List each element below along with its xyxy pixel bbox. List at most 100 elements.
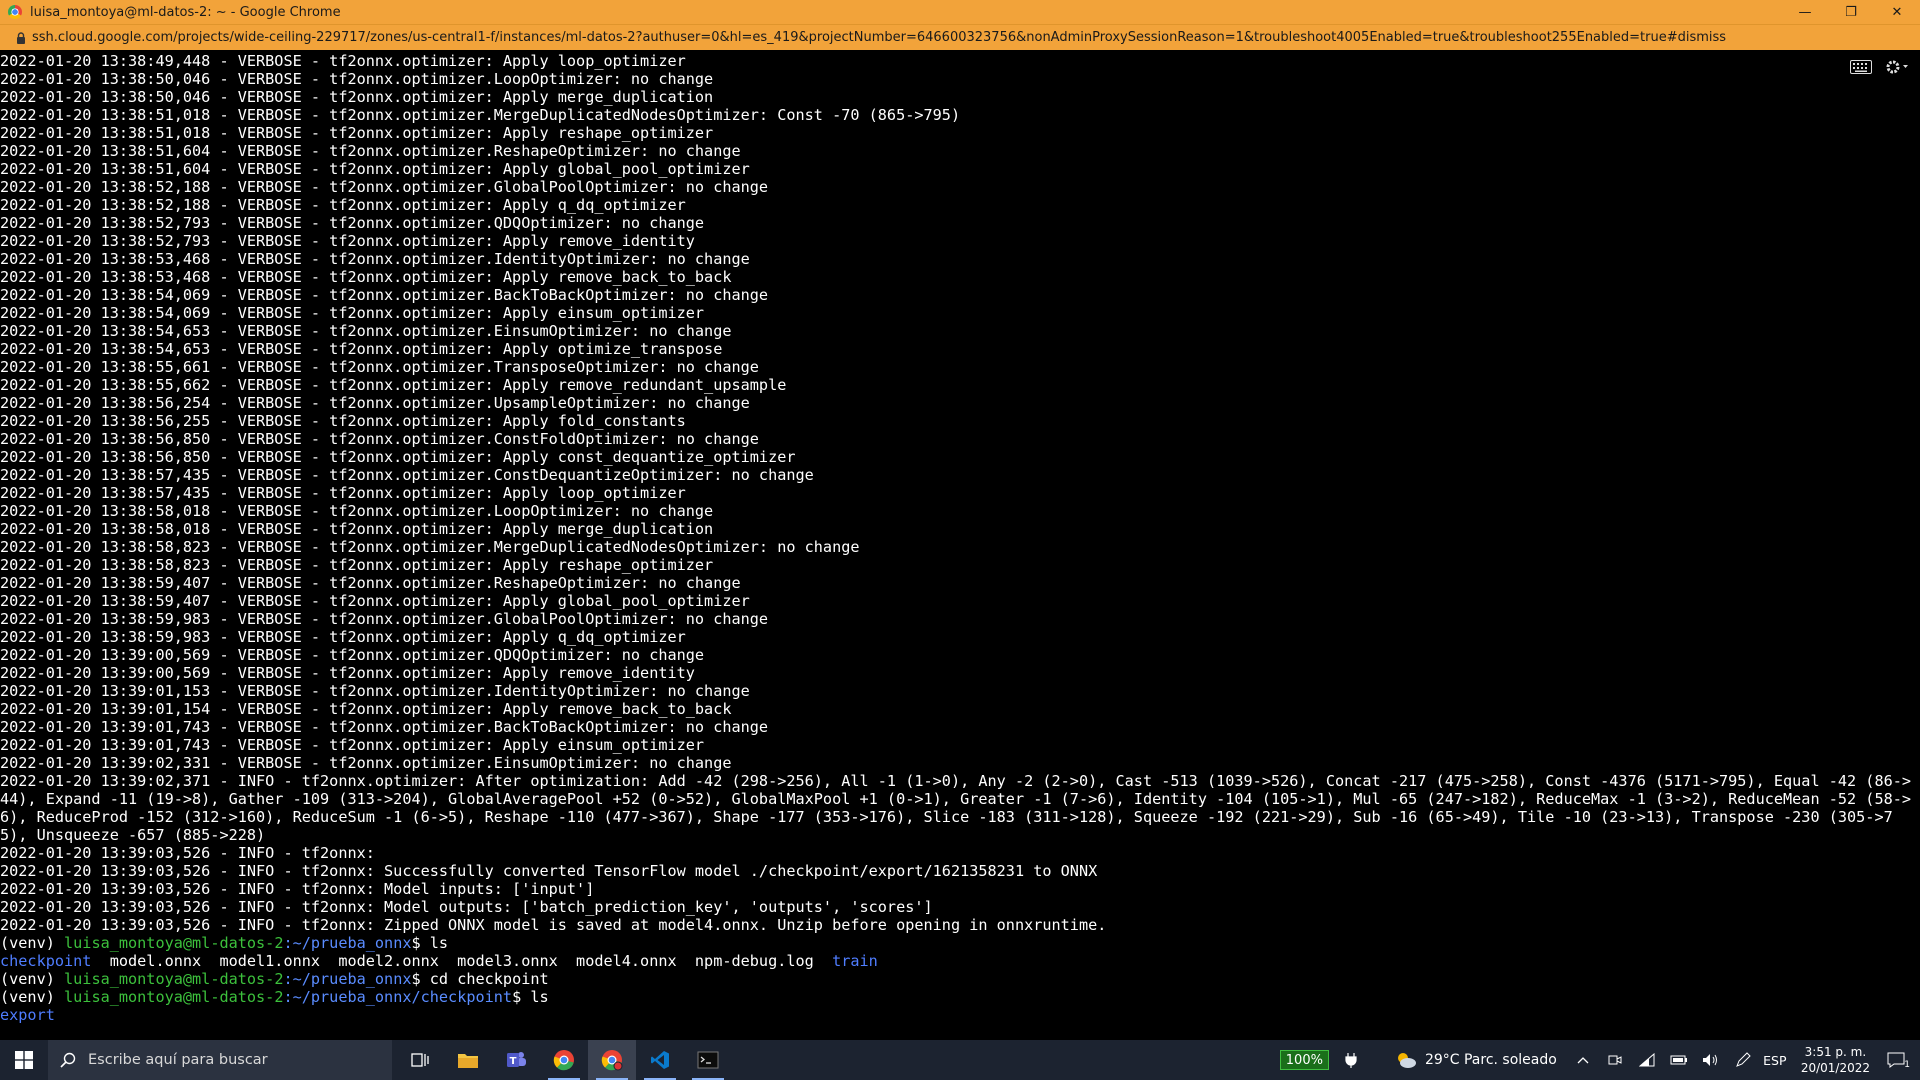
chevron-up-icon[interactable] bbox=[1567, 1056, 1599, 1064]
prompt-venv: (venv) bbox=[0, 988, 65, 1006]
log-line: 2022-01-20 13:38:54,069 - VERBOSE - tf2o… bbox=[0, 286, 769, 304]
log-line: 2022-01-20 13:38:52,188 - VERBOSE - tf2o… bbox=[0, 196, 686, 214]
chrome-profile-taskbar-button[interactable] bbox=[588, 1040, 636, 1080]
pinned-apps: T bbox=[396, 1040, 732, 1080]
log-line: 2022-01-20 13:38:50,046 - VERBOSE - tf2o… bbox=[0, 88, 714, 106]
partly-sunny-icon bbox=[1397, 1053, 1416, 1068]
prompt-line: (venv) luisa_montoya@ml-datos-2:~/prueba… bbox=[0, 988, 1920, 1006]
clock-time: 3:51 p. m. bbox=[1804, 1045, 1867, 1059]
log-line: 2022-01-20 13:38:53,468 - VERBOSE - tf2o… bbox=[0, 250, 750, 268]
log-line: 2022-01-20 13:39:03,526 - INFO - tf2onnx… bbox=[0, 862, 1098, 880]
task-view-icon bbox=[411, 1053, 429, 1067]
log-line: 2022-01-20 13:38:50,046 - VERBOSE - tf2o… bbox=[0, 70, 714, 88]
taskbar: Escribe aquí para buscar T 100% 29°C Par… bbox=[0, 1040, 1920, 1080]
taskbar-search-box[interactable]: Escribe aquí para buscar bbox=[48, 1040, 392, 1080]
log-line: 2022-01-20 13:38:57,435 - VERBOSE - tf2o… bbox=[0, 484, 686, 502]
window-controls: — ❐ ✕ bbox=[1782, 0, 1920, 24]
lock-icon[interactable] bbox=[10, 31, 32, 44]
file-explorer-button[interactable] bbox=[444, 1040, 492, 1080]
url-text[interactable]: ssh.cloud.google.com/projects/wide-ceili… bbox=[32, 30, 1726, 45]
log-line: 2022-01-20 13:38:56,850 - VERBOSE - tf2o… bbox=[0, 448, 796, 466]
prompt-path: :~/prueba_onnx/checkpoint bbox=[283, 988, 513, 1006]
restore-button[interactable]: ❐ bbox=[1828, 0, 1874, 24]
wifi-icon[interactable] bbox=[1631, 1053, 1663, 1067]
prompt-line: (venv) luisa_montoya@ml-datos-2:~/prueba… bbox=[0, 970, 1920, 988]
settings-gear-icon[interactable] bbox=[1884, 58, 1910, 76]
svg-text:T: T bbox=[510, 1056, 517, 1067]
dir-entry: export bbox=[0, 1006, 55, 1024]
log-line: 2022-01-20 13:38:56,254 - VERBOSE - tf2o… bbox=[0, 394, 750, 412]
vscode-icon bbox=[651, 1051, 669, 1069]
log-line: 2022-01-20 13:38:59,407 - VERBOSE - tf2o… bbox=[0, 592, 750, 610]
weather-text: 29°C Parc. soleado bbox=[1424, 1052, 1557, 1068]
log-line: 2022-01-20 13:38:56,255 - VERBOSE - tf2o… bbox=[0, 412, 686, 430]
search-placeholder: Escribe aquí para buscar bbox=[88, 1052, 268, 1068]
log-lines: 2022-01-20 13:38:49,448 - VERBOSE - tf2o… bbox=[0, 52, 1920, 772]
log-line: 2022-01-20 13:39:00,569 - VERBOSE - tf2o… bbox=[0, 664, 695, 682]
log-line: 2022-01-20 13:38:49,448 - VERBOSE - tf2o… bbox=[0, 52, 686, 70]
browser-titlebar: luisa_montoya@ml-datos-2: ~ - Google Chr… bbox=[0, 0, 1920, 24]
log-line: 2022-01-20 13:38:53,468 - VERBOSE - tf2o… bbox=[0, 268, 732, 286]
volume-icon[interactable] bbox=[1695, 1053, 1727, 1067]
log-line: 2022-01-20 13:38:51,018 - VERBOSE - tf2o… bbox=[0, 124, 714, 142]
log-line: 2022-01-20 13:38:58,018 - VERBOSE - tf2o… bbox=[0, 520, 714, 538]
address-bar[interactable]: ssh.cloud.google.com/projects/wide-ceili… bbox=[0, 24, 1920, 50]
log-line: 2022-01-20 13:38:58,018 - VERBOSE - tf2o… bbox=[0, 502, 714, 520]
log-line: 2022-01-20 13:38:59,407 - VERBOSE - tf2o… bbox=[0, 574, 741, 592]
log-line: 2022-01-20 13:39:02,331 - VERBOSE - tf2o… bbox=[0, 754, 732, 772]
log-line: 2022-01-20 13:38:57,435 - VERBOSE - tf2o… bbox=[0, 466, 814, 484]
log-line: 2022-01-20 13:38:51,018 - VERBOSE - tf2o… bbox=[0, 106, 961, 124]
prompt-path: :~/prueba_onnx bbox=[283, 934, 412, 952]
start-button[interactable] bbox=[0, 1040, 48, 1080]
dir-entry: checkpoint bbox=[0, 952, 92, 970]
chrome-icon bbox=[8, 5, 22, 19]
chrome-icon bbox=[601, 1050, 623, 1071]
log-line: 2022-01-20 13:39:01,154 - VERBOSE - tf2o… bbox=[0, 700, 732, 718]
log-line: 2022-01-20 13:38:58,823 - VERBOSE - tf2o… bbox=[0, 538, 860, 556]
log-line: 2022-01-20 13:38:55,662 - VERBOSE - tf2o… bbox=[0, 376, 787, 394]
log-line: 2022-01-20 13:38:52,793 - VERBOSE - tf2o… bbox=[0, 214, 705, 232]
optimization-summary-line: 2022-01-20 13:39:02,371 - INFO - tf2onnx… bbox=[0, 772, 1912, 844]
log-line: 2022-01-20 13:38:54,653 - VERBOSE - tf2o… bbox=[0, 322, 732, 340]
weather-widget[interactable]: 29°C Parc. soleado bbox=[1395, 1051, 1557, 1069]
close-button[interactable]: ✕ bbox=[1874, 0, 1920, 24]
log-line: 2022-01-20 13:38:52,188 - VERBOSE - tf2o… bbox=[0, 178, 769, 196]
input-language[interactable]: ESP bbox=[1759, 1053, 1791, 1068]
notifications-icon[interactable]: 1 bbox=[1880, 1052, 1912, 1070]
clock[interactable]: 3:51 p. m. 20/01/2022 bbox=[1801, 1044, 1870, 1076]
log-line: 2022-01-20 13:38:54,653 - VERBOSE - tf2o… bbox=[0, 340, 723, 358]
meet-now-icon[interactable] bbox=[1599, 1053, 1631, 1067]
prompt-command: $ cd checkpoint bbox=[411, 970, 549, 988]
window-title: luisa_montoya@ml-datos-2: ~ - Google Chr… bbox=[30, 4, 341, 20]
chrome-taskbar-button[interactable] bbox=[540, 1040, 588, 1080]
minimize-button[interactable]: — bbox=[1782, 0, 1828, 24]
log-line: 2022-01-20 13:39:01,743 - VERBOSE - tf2o… bbox=[0, 736, 705, 754]
folder-icon bbox=[458, 1054, 478, 1068]
power-plug-icon[interactable] bbox=[1335, 1052, 1367, 1068]
log-line: 2022-01-20 13:38:52,793 - VERBOSE - tf2o… bbox=[0, 232, 695, 250]
log-line: 2022-01-20 13:38:59,983 - VERBOSE - tf2o… bbox=[0, 610, 769, 628]
vscode-taskbar-button[interactable] bbox=[636, 1040, 684, 1080]
battery-percentage[interactable]: 100% bbox=[1279, 1050, 1329, 1070]
teams-button[interactable]: T bbox=[492, 1040, 540, 1080]
clock-date: 20/01/2022 bbox=[1800, 1061, 1870, 1075]
log-line: 2022-01-20 13:39:01,743 - VERBOSE - tf2o… bbox=[0, 718, 769, 736]
log-line: 2022-01-20 13:38:54,069 - VERBOSE - tf2o… bbox=[0, 304, 705, 322]
log-line: 2022-01-20 13:38:56,850 - VERBOSE - tf2o… bbox=[0, 430, 759, 448]
log-line: 2022-01-20 13:39:03,526 - INFO - tf2onnx… bbox=[0, 844, 375, 862]
pen-icon[interactable] bbox=[1727, 1052, 1759, 1068]
log-line: 2022-01-20 13:38:59,983 - VERBOSE - tf2o… bbox=[0, 628, 686, 646]
windows-icon bbox=[15, 1051, 33, 1069]
terminal-taskbar-button[interactable] bbox=[684, 1040, 732, 1080]
log-line: 2022-01-20 13:39:03,526 - INFO - tf2onnx… bbox=[0, 880, 595, 898]
prompt-user: luisa_montoya@ml-datos-2 bbox=[64, 970, 284, 988]
terminal[interactable]: 2022-01-20 13:38:49,448 - VERBOSE - tf2o… bbox=[0, 50, 1920, 1040]
keyboard-icon[interactable] bbox=[1850, 60, 1872, 74]
search-icon bbox=[60, 1052, 76, 1068]
task-view-button[interactable] bbox=[396, 1040, 444, 1080]
dir-entry: train bbox=[832, 952, 878, 970]
file-entries: model.onnx model1.onnx model2.onnx model… bbox=[91, 952, 833, 970]
log-line: 2022-01-20 13:39:03,526 - INFO - tf2onnx… bbox=[0, 898, 933, 916]
terminal-toolbar bbox=[1850, 58, 1910, 76]
battery-icon[interactable] bbox=[1663, 1054, 1695, 1066]
